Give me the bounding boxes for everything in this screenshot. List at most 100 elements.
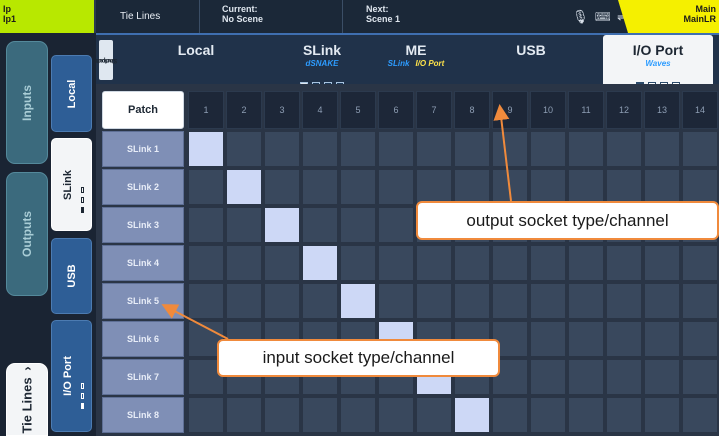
patch-cell[interactable] <box>568 169 604 205</box>
next-scene[interactable]: Next: Scene 1 <box>366 4 400 24</box>
patch-cell[interactable] <box>188 397 224 433</box>
patch-cell[interactable] <box>644 169 680 205</box>
patch-cell[interactable] <box>568 131 604 167</box>
patch-cell[interactable] <box>340 169 376 205</box>
sub-tab-usb[interactable]: USB <box>51 238 92 314</box>
patch-cell[interactable] <box>416 397 452 433</box>
patch-cell[interactable] <box>226 397 262 433</box>
patch-cell[interactable] <box>682 321 718 357</box>
patch-cell[interactable] <box>492 169 528 205</box>
tab-inputs[interactable]: Inputs <box>6 41 48 164</box>
patch-cell[interactable] <box>568 321 604 357</box>
patch-cell[interactable] <box>606 131 642 167</box>
patch-cell[interactable] <box>606 169 642 205</box>
patch-cell[interactable] <box>644 245 680 281</box>
patch-cell[interactable] <box>644 283 680 319</box>
socket-type-me[interactable]: ME SLink I/O Port <box>368 35 464 84</box>
socket-type-local[interactable]: Local <box>154 35 238 84</box>
patch-cell[interactable] <box>416 245 452 281</box>
patch-cell[interactable] <box>682 283 718 319</box>
patch-cell[interactable] <box>530 245 566 281</box>
patch-cell[interactable] <box>302 283 338 319</box>
patch-cell[interactable] <box>530 321 566 357</box>
patch-cell[interactable] <box>682 397 718 433</box>
patch-cell[interactable] <box>644 321 680 357</box>
patch-cell[interactable] <box>340 397 376 433</box>
patch-cell[interactable] <box>340 245 376 281</box>
patch-cell[interactable] <box>302 397 338 433</box>
socket-type-slink[interactable]: SLink dSNAKE <box>260 35 384 85</box>
patch-cell[interactable] <box>606 397 642 433</box>
selected-input-channel[interactable]: Ip Ip1 <box>0 0 96 33</box>
patch-cell[interactable] <box>264 283 300 319</box>
tab-tie-lines[interactable]: Tie Lines › <box>6 363 48 436</box>
patch-cell[interactable] <box>606 245 642 281</box>
patch-cell[interactable] <box>606 321 642 357</box>
patch-cell[interactable] <box>492 397 528 433</box>
patch-cell[interactable] <box>492 283 528 319</box>
patch-cell[interactable] <box>454 283 490 319</box>
patch-cell[interactable] <box>644 397 680 433</box>
patch-cell[interactable] <box>568 283 604 319</box>
patch-cell[interactable] <box>226 131 262 167</box>
patch-cell[interactable] <box>416 283 452 319</box>
patch-cell[interactable] <box>378 131 414 167</box>
patch-cell[interactable] <box>682 245 718 281</box>
patch-cell-active[interactable] <box>302 245 338 281</box>
patch-cell[interactable] <box>264 169 300 205</box>
patch-cell[interactable] <box>568 359 604 395</box>
patch-cell[interactable] <box>682 131 718 167</box>
patch-cell[interactable] <box>682 169 718 205</box>
patch-cell[interactable] <box>302 207 338 243</box>
patch-cell[interactable] <box>226 283 262 319</box>
patch-cell[interactable] <box>378 397 414 433</box>
patch-cell-active[interactable] <box>264 207 300 243</box>
patch-button[interactable]: Patch <box>102 91 184 129</box>
socket-type-usb[interactable]: USB <box>495 35 567 84</box>
current-scene[interactable]: Current: No Scene <box>222 4 263 24</box>
patch-cell-active[interactable] <box>188 131 224 167</box>
patch-cell[interactable] <box>644 359 680 395</box>
patch-cell[interactable] <box>378 245 414 281</box>
patch-cell[interactable] <box>264 397 300 433</box>
patch-cell[interactable] <box>644 131 680 167</box>
patch-cell[interactable] <box>302 131 338 167</box>
patch-cell[interactable] <box>188 283 224 319</box>
patch-cell[interactable] <box>568 397 604 433</box>
patch-cell[interactable] <box>568 245 604 281</box>
patch-cell[interactable] <box>378 169 414 205</box>
patch-cell[interactable] <box>188 245 224 281</box>
patch-cell[interactable] <box>416 131 452 167</box>
patch-cell[interactable] <box>492 245 528 281</box>
patch-cell[interactable] <box>454 169 490 205</box>
patch-cell[interactable] <box>340 207 376 243</box>
patch-cell[interactable] <box>188 207 224 243</box>
patch-cell[interactable] <box>606 359 642 395</box>
sub-tab-slink[interactable]: SLink <box>51 138 92 231</box>
patch-cell-active[interactable] <box>226 169 262 205</box>
sub-tab-local[interactable]: Local <box>51 55 92 132</box>
patch-cell[interactable] <box>530 397 566 433</box>
tab-outputs[interactable]: Outputs <box>6 172 48 296</box>
patch-cell[interactable] <box>530 359 566 395</box>
patch-cell[interactable] <box>492 131 528 167</box>
patch-cell[interactable] <box>454 131 490 167</box>
patch-cell[interactable] <box>530 283 566 319</box>
patch-cell-active[interactable] <box>340 283 376 319</box>
patch-cell[interactable] <box>378 207 414 243</box>
patch-cell[interactable] <box>264 245 300 281</box>
patch-cell[interactable] <box>530 131 566 167</box>
patch-cell[interactable] <box>378 283 414 319</box>
patch-cell[interactable] <box>226 245 262 281</box>
patch-cell[interactable] <box>188 169 224 205</box>
patch-cell[interactable] <box>264 131 300 167</box>
patch-cell[interactable] <box>454 245 490 281</box>
patch-cell[interactable] <box>682 359 718 395</box>
patch-cell[interactable] <box>530 169 566 205</box>
socket-type-i-o-port[interactable]: I/O Port Waves <box>603 35 713 85</box>
main-mix-channel[interactable]: Main MainLR <box>618 0 719 33</box>
patch-cell[interactable] <box>226 207 262 243</box>
patch-cell[interactable] <box>416 169 452 205</box>
patch-cell[interactable] <box>606 283 642 319</box>
patch-cell-active[interactable] <box>454 397 490 433</box>
